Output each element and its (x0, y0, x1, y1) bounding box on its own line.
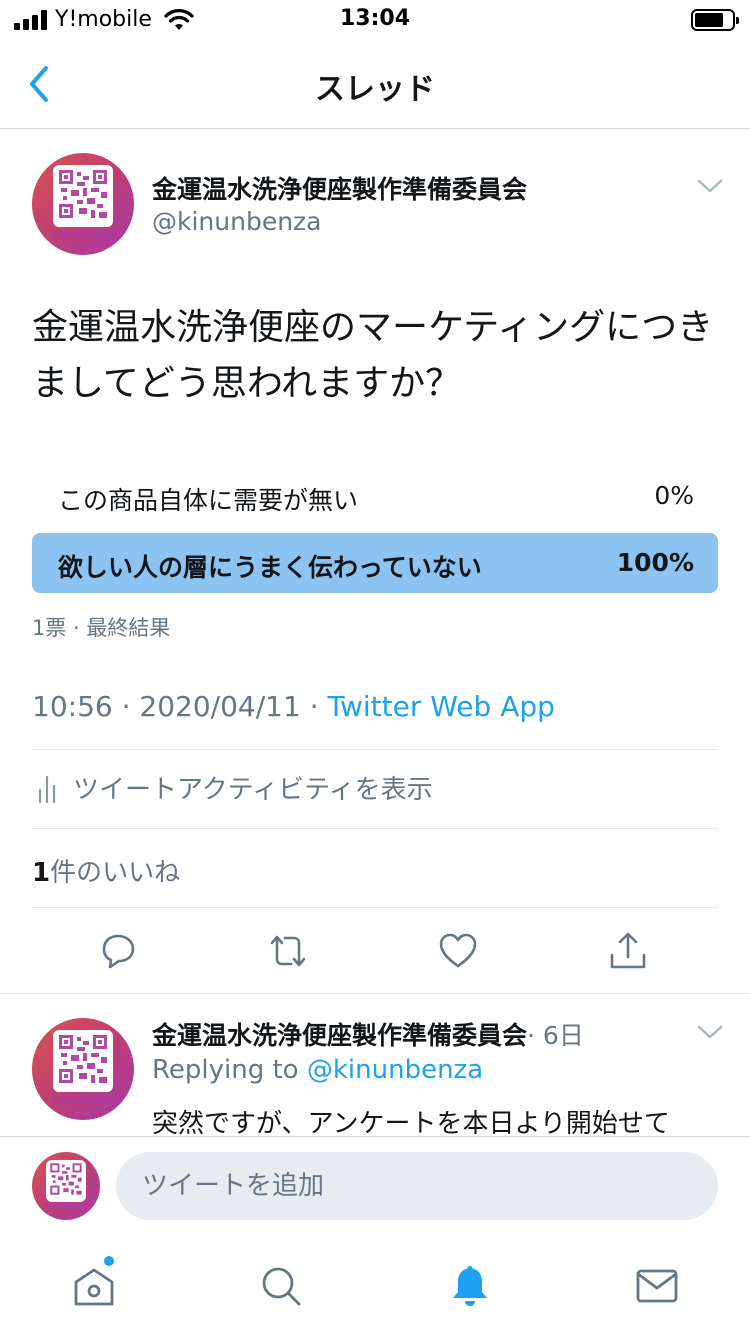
tweet-time: 10:56 (32, 690, 113, 723)
notification-dot (104, 1256, 114, 1266)
section-divider (0, 993, 750, 994)
tweet-text: 金運温水洗浄便座のマーケティングにつきましてどう思われますか？ (32, 307, 714, 404)
divider (32, 749, 718, 750)
qr-code-icon (50, 1163, 82, 1195)
poll-option-percent: 100% (616, 548, 694, 577)
battery-icon (691, 9, 739, 31)
author-handle[interactable]: @kinunbenza (152, 207, 322, 236)
home-icon[interactable] (70, 1262, 118, 1310)
compose-input[interactable]: ツイートを追加 (116, 1152, 718, 1220)
chevron-down-icon[interactable] (697, 1024, 723, 1040)
share-icon[interactable] (606, 929, 650, 973)
meta-separator: · (112, 690, 140, 723)
meta-separator: · (300, 690, 328, 723)
avatar-brand-label: KINUNBENZA (51, 1095, 115, 1105)
likes-label: 件のいいね (50, 858, 181, 888)
source-app-link[interactable]: Twitter Web App (328, 690, 555, 723)
page-title: スレッド (315, 72, 435, 107)
activity-label: ツイートアクティビティを表示 (73, 775, 433, 805)
mail-icon[interactable] (633, 1262, 681, 1310)
bar-chart-icon (38, 775, 56, 804)
reply-author-name[interactable]: 金運温水洗浄便座製作準備委員会 (152, 1021, 527, 1050)
likes-count[interactable]: 1件のいいね (32, 852, 180, 889)
retweet-icon[interactable] (266, 929, 310, 973)
status-bar: Y!mobile 13:04 (0, 0, 750, 40)
avatar[interactable]: KINUNBENZA (32, 1152, 100, 1220)
bell-icon[interactable] (446, 1262, 494, 1310)
replying-handle-link[interactable]: @kinunbenza (307, 1055, 483, 1085)
tweet-timestamp: 10:56 · 2020/04/11 · Twitter Web App (32, 690, 555, 723)
replying-prefix: Replying to (152, 1055, 307, 1085)
divider (32, 907, 718, 908)
heart-icon[interactable] (436, 929, 480, 973)
reply-text: 突然ですが、アンケートを本日より開始せて (152, 1109, 670, 1139)
avatar-brand-label: KINUNBENZA (44, 1203, 88, 1209)
poll-option-label: この商品自体に需要が無い (58, 486, 359, 515)
search-icon[interactable] (257, 1262, 305, 1310)
nav-divider (0, 128, 750, 129)
reply-header: 金運温水洗浄便座製作準備委員会· 6日 (152, 1016, 584, 1052)
poll-option-label: 欲しい人の層にうまく伝わっていない (58, 553, 482, 582)
comment-icon[interactable] (96, 929, 140, 973)
poll-meta: 1票 · 最終結果 (32, 616, 171, 640)
author-name[interactable]: 金運温水洗浄便座製作準備委員会 (152, 170, 527, 206)
avatar[interactable]: KINUNBENZA (32, 1018, 134, 1120)
replying-to: Replying to @kinunbenza (152, 1055, 483, 1085)
qr-code-icon (59, 170, 107, 218)
likes-number: 1 (32, 858, 51, 888)
divider (32, 828, 718, 829)
poll-option-percent: 0% (654, 481, 694, 510)
status-time: 13:04 (339, 6, 411, 31)
reply-age: · 6日 (527, 1021, 584, 1050)
chevron-down-icon[interactable] (697, 178, 723, 194)
avatar-brand-label: KINUNBENZA (51, 230, 115, 240)
qr-code-icon (59, 1035, 107, 1083)
avatar[interactable]: KINUNBENZA (32, 153, 134, 255)
tweet-date: 2020/04/11 (139, 690, 301, 723)
